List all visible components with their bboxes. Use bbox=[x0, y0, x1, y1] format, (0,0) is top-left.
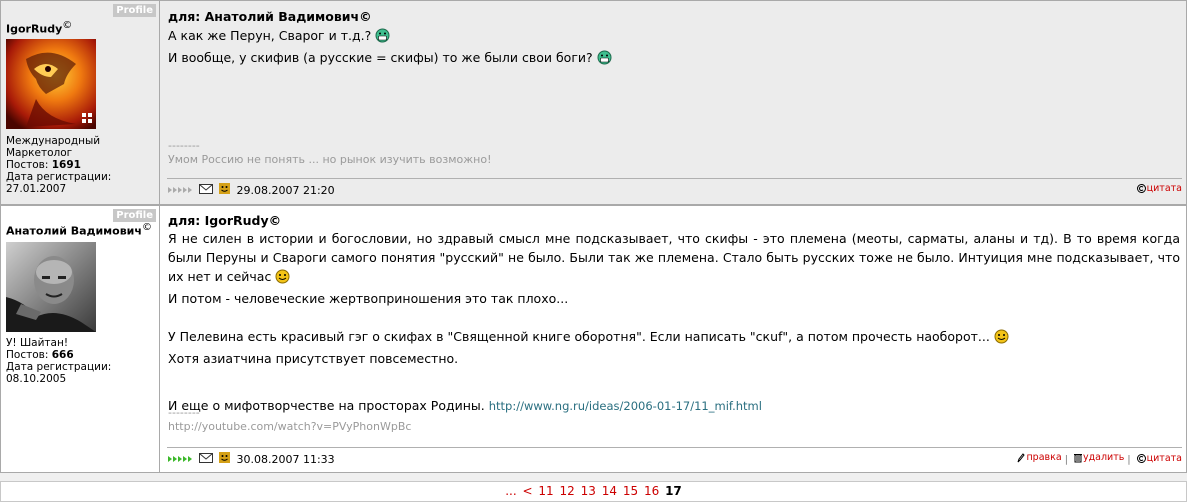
pager-page[interactable]: 15 bbox=[623, 484, 638, 498]
author-name[interactable]: IgorRudy© bbox=[6, 20, 72, 36]
envelope-icon[interactable] bbox=[198, 183, 213, 197]
author-panel: Profile IgorRudy© Международный Маркетол… bbox=[1, 1, 160, 204]
copyright-icon bbox=[1136, 453, 1146, 463]
smile-icon bbox=[275, 269, 290, 289]
post-body: для: Анатолий Вадимович© А как же Перун,… bbox=[161, 1, 1186, 204]
pager-current-page: 17 bbox=[665, 484, 682, 498]
pager-page[interactable]: 11 bbox=[538, 484, 553, 498]
article-link[interactable]: http://www.ng.ru/ideas/2006-01-17/11_mif… bbox=[489, 399, 762, 413]
footer-divider bbox=[167, 178, 1182, 179]
copyright-icon bbox=[1136, 184, 1146, 193]
trash-icon bbox=[1073, 453, 1082, 462]
author-meta: Международный Маркетолог Постов: 1691 Да… bbox=[6, 135, 112, 195]
grin-smiley-icon bbox=[597, 50, 612, 70]
profile-button[interactable]: Profile bbox=[113, 4, 156, 17]
pager-prev[interactable]: < bbox=[523, 484, 533, 498]
post-actions: правка | удалить | цитата bbox=[1014, 452, 1182, 466]
author-meta: У! Шайтан! Постов: 666 Дата регистрации:… bbox=[6, 337, 112, 385]
quote-button[interactable]: цитата bbox=[1136, 453, 1182, 464]
delete-button[interactable]: удалить bbox=[1073, 452, 1124, 463]
signature: -------- http://youtube.com/watch?v=PVyP… bbox=[168, 406, 412, 433]
smiley-box-icon[interactable] bbox=[219, 452, 230, 466]
pager-ellipsis[interactable]: ... bbox=[505, 484, 516, 498]
reply-to-header: для: IgorRudy© bbox=[168, 213, 282, 228]
envelope-icon[interactable] bbox=[198, 452, 213, 466]
pager-page[interactable]: 12 bbox=[560, 484, 575, 498]
footer-divider bbox=[167, 447, 1182, 448]
signature-link[interactable]: http://youtube.com/watch?v=PVyPhonWpBc bbox=[168, 420, 411, 433]
post-1: Profile IgorRudy© Международный Маркетол… bbox=[0, 0, 1187, 205]
pagination: ... < 11 12 13 14 15 16 17 bbox=[0, 481, 1187, 502]
post-footer: 30.08.2007 11:33 правка | удалить | цита… bbox=[168, 452, 1182, 468]
author-name[interactable]: Анатолий Вадимович© bbox=[6, 222, 152, 238]
post-footer: 29.08.2007 21:20 цитата bbox=[168, 183, 1182, 199]
author-panel: Profile Анатолий Вадимович© У! Шайтан! П… bbox=[1, 206, 160, 472]
profile-button[interactable]: Profile bbox=[113, 209, 156, 222]
pager-page[interactable]: 14 bbox=[602, 484, 617, 498]
post-body: для: IgorRudy© Я не силен в истории и бо… bbox=[161, 206, 1186, 472]
quote-button[interactable]: цитата bbox=[1136, 183, 1182, 194]
pager-page[interactable]: 16 bbox=[644, 484, 659, 498]
avatar bbox=[6, 39, 96, 129]
reply-to-header: для: Анатолий Вадимович© bbox=[168, 9, 372, 24]
grin-smiley-icon bbox=[375, 28, 390, 48]
pager-page[interactable]: 13 bbox=[581, 484, 596, 498]
post-text: А как же Перун, Сварог и т.д.? И вообще,… bbox=[168, 26, 1180, 70]
smiley-box-icon[interactable] bbox=[219, 183, 230, 197]
post-date: 30.08.2007 11:33 bbox=[236, 452, 335, 466]
post-actions: цитата bbox=[1134, 183, 1182, 196]
signature: -------- Умом Россию не понять ... но ры… bbox=[168, 139, 492, 166]
post-date: 29.08.2007 21:20 bbox=[236, 183, 335, 197]
post-text: Я не силен в истории и богословии, но зд… bbox=[168, 231, 1180, 413]
edit-button[interactable]: правка bbox=[1017, 452, 1062, 463]
post-link-arrow-icon[interactable] bbox=[168, 184, 192, 197]
post-link-arrow-icon[interactable] bbox=[168, 453, 192, 466]
avatar bbox=[6, 242, 96, 332]
smile-icon bbox=[994, 329, 1009, 349]
pencil-icon bbox=[1017, 452, 1026, 462]
post-2: Profile Анатолий Вадимович© У! Шайтан! П… bbox=[0, 205, 1187, 473]
